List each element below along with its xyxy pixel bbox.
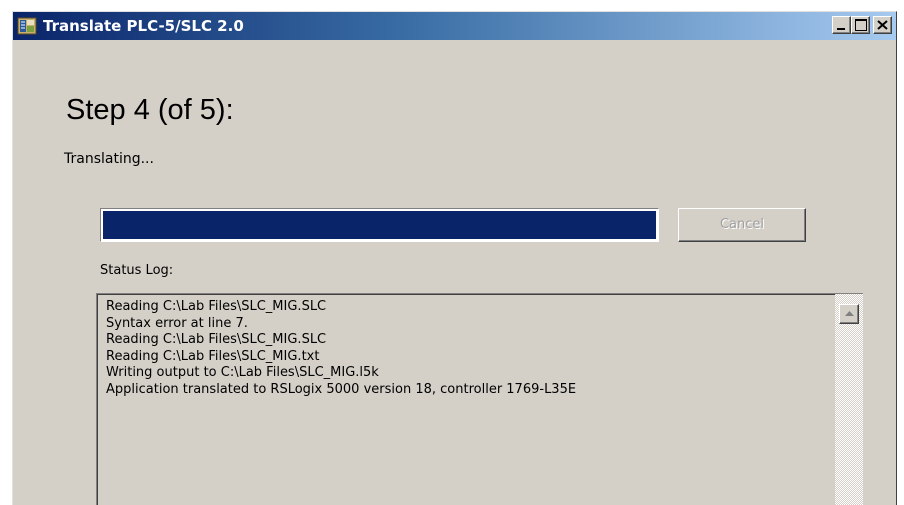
maximize-button[interactable] bbox=[851, 16, 870, 34]
cancel-button[interactable]: Cancel bbox=[678, 208, 806, 242]
log-line: Reading C:\Lab Files\SLC_MIG.SLC bbox=[106, 299, 327, 314]
maximize-icon bbox=[855, 19, 867, 31]
log-line: Reading C:\Lab Files\SLC_MIG.SLC bbox=[106, 332, 327, 347]
minimize-icon bbox=[837, 28, 845, 30]
status-log-box[interactable]: Reading C:\Lab Files\SLC_MIG.SLC Syntax … bbox=[96, 293, 863, 505]
app-icon[interactable] bbox=[17, 16, 37, 36]
log-line: Writing output to C:\Lab Files\SLC_MIG.l… bbox=[106, 365, 379, 380]
window-title: Translate PLC-5/SLC 2.0 bbox=[43, 17, 244, 35]
scroll-up-button[interactable] bbox=[839, 304, 859, 324]
log-line: Reading C:\Lab Files\SLC_MIG.txt bbox=[106, 348, 320, 364]
log-line: Application translated to RSLogix 5000 v… bbox=[106, 381, 577, 397]
minimize-button[interactable] bbox=[832, 16, 851, 34]
close-icon bbox=[877, 20, 888, 30]
close-button[interactable] bbox=[873, 16, 892, 34]
translate-dialog-window: Translate PLC-5/SLC 2.0 Step 4 (of 5): T… bbox=[12, 11, 897, 505]
progress-bar-fill bbox=[103, 211, 656, 239]
step-status-text: Translating... bbox=[64, 151, 154, 167]
scroll-up-arrow-icon bbox=[845, 311, 854, 316]
status-log-lines: Reading C:\Lab Files\SLC_MIG.SLC Syntax … bbox=[106, 299, 576, 398]
translation-progress-bar bbox=[100, 208, 659, 242]
vertical-scrollbar[interactable] bbox=[835, 294, 863, 505]
title-bar[interactable]: Translate PLC-5/SLC 2.0 bbox=[13, 12, 896, 40]
log-line: Syntax error at line 7. bbox=[106, 315, 248, 331]
step-heading: Step 4 (of 5): bbox=[66, 94, 234, 126]
status-log-label: Status Log: bbox=[100, 263, 174, 278]
